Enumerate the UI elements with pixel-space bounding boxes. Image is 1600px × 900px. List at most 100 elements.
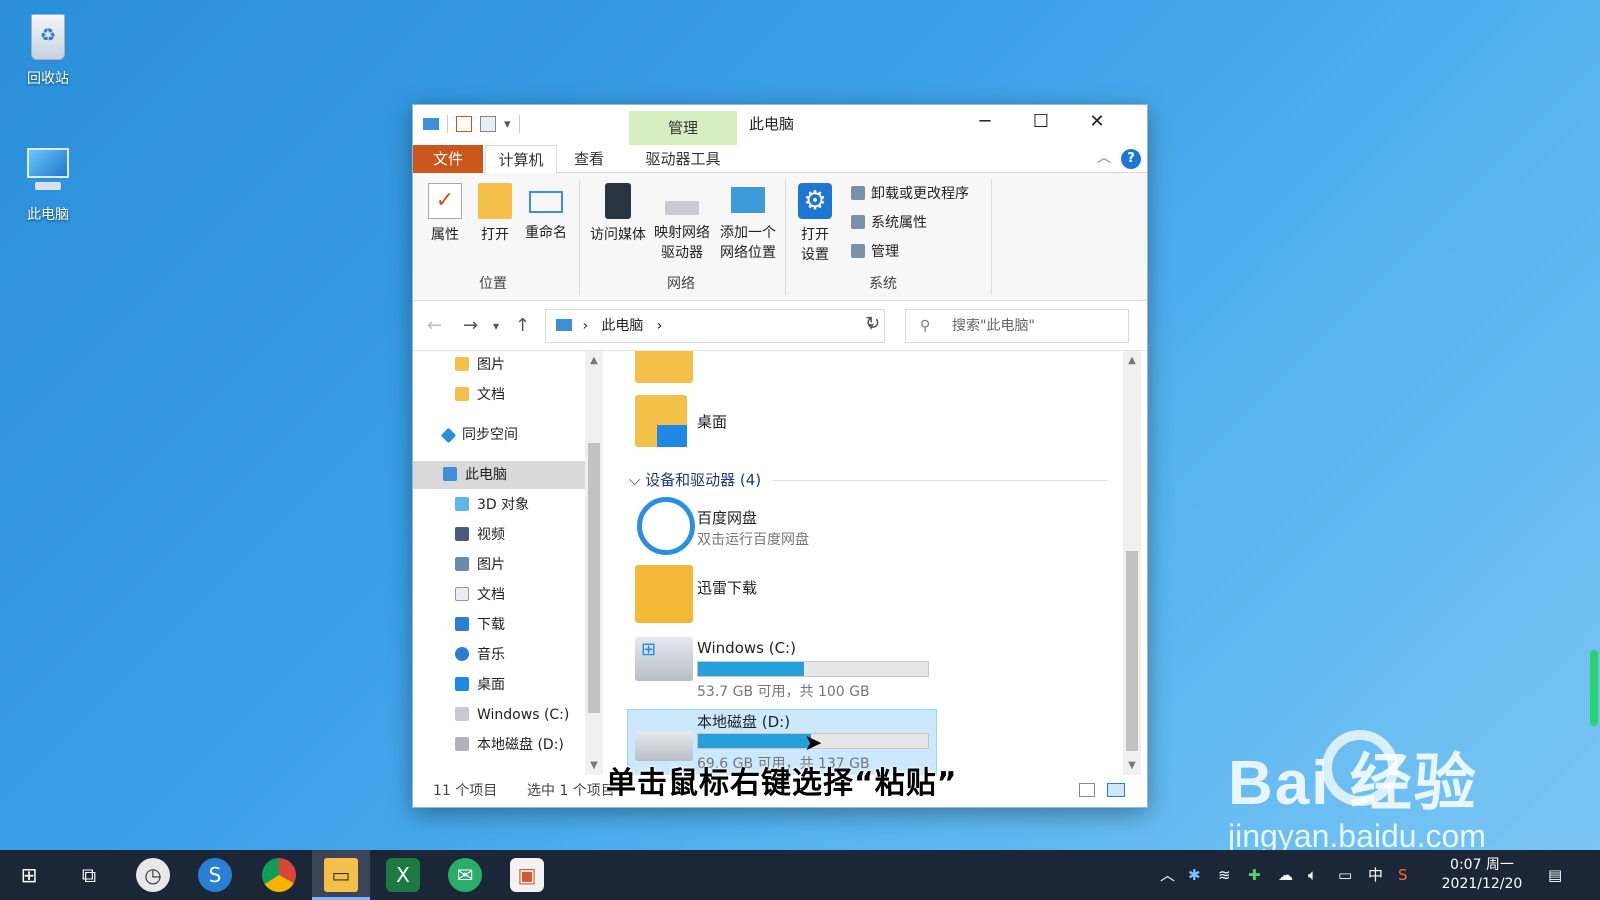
file-explorer-window: ▾ 管理 此电脑 ─ ☐ ✕ 文件 计算机 查看 驱动器工具 ︿ ? ✓ 属性 … — [412, 104, 1148, 808]
cloud-icon[interactable]: ☁ — [1278, 850, 1293, 900]
search-input[interactable]: ⚲ 搜索"此电脑" — [905, 309, 1129, 343]
green-shield-tray-icon[interactable]: ✚ — [1248, 850, 1261, 900]
nav-pane-scrollbar[interactable]: ▲ ▼ — [585, 351, 603, 775]
ime-indicator[interactable]: 中 — [1368, 850, 1383, 900]
maximize-button[interactable]: ☐ — [1013, 105, 1069, 139]
scroll-thumb[interactable] — [588, 443, 600, 713]
this-pc-label: 此电脑 — [27, 207, 69, 223]
rename-button[interactable]: 重命名 — [521, 181, 571, 243]
breadcrumb-this-pc[interactable]: 此电脑 — [601, 318, 643, 334]
forward-arrow-icon[interactable]: → — [463, 315, 478, 336]
file-explorer-icon[interactable]: ▭ — [324, 858, 358, 892]
xunlei-name[interactable]: 迅雷下载 — [697, 577, 757, 598]
paint-app-icon[interactable]: ▣ — [510, 858, 544, 892]
windows-drive-icon[interactable]: ⊞ — [635, 637, 693, 681]
minimize-button[interactable]: ─ — [957, 105, 1013, 139]
back-arrow-icon[interactable]: ← — [427, 315, 442, 336]
collapse-ribbon-icon[interactable]: ︿ — [1097, 147, 1111, 167]
properties-checkbox-icon[interactable] — [456, 116, 472, 132]
close-button[interactable]: ✕ — [1069, 105, 1125, 139]
nav-item-sync-space[interactable]: 同步空间 — [413, 421, 585, 449]
nav-item-drive-d[interactable]: 本地磁盘 (D:) — [413, 731, 585, 759]
open-button[interactable]: 打开 — [475, 181, 515, 245]
desktop-folder-icon[interactable] — [635, 395, 687, 447]
nav-item-3d-objects[interactable]: 3D 对象 — [413, 491, 585, 519]
baidu-netdisk-icon[interactable] — [637, 497, 695, 555]
gear-icon: ⚙ — [798, 183, 832, 219]
recycle-bin-desktop-icon[interactable]: 回收站 — [8, 8, 88, 88]
nav-item-videos[interactable]: 视频 — [413, 521, 585, 549]
battery-icon[interactable]: ▭ — [1338, 850, 1352, 900]
excel-icon[interactable]: X — [386, 858, 420, 892]
tab-drive-tools[interactable]: 驱动器工具 — [629, 145, 737, 173]
access-media-button[interactable]: 访问媒体 — [587, 181, 649, 245]
main-scrollbar[interactable]: ▲ ▼ — [1123, 351, 1141, 775]
scroll-up-arrow-icon[interactable]: ▲ — [585, 355, 603, 366]
item-count: 11 个项目 — [433, 783, 498, 799]
nav-item-downloads[interactable]: 下载 — [413, 611, 585, 639]
uninstall-programs-button[interactable]: 卸载或更改程序 — [851, 183, 969, 203]
chevron-down-icon[interactable]: ▾ — [504, 117, 511, 132]
desktop-folder-name[interactable]: 桌面 — [697, 411, 727, 432]
nav-item-drive-c[interactable]: Windows (C:) — [413, 701, 585, 729]
large-icons-view-icon[interactable] — [1107, 783, 1125, 797]
mouse-cursor-icon: ➤ — [804, 731, 823, 756]
system-properties-button[interactable]: 系统属性 — [851, 212, 927, 232]
quick-access-toolbar: ▾ — [423, 115, 520, 133]
system-clock[interactable]: 0:07 周一 2021/12/20 — [1432, 856, 1532, 894]
scroll-down-arrow-icon[interactable]: ▼ — [585, 760, 603, 771]
windows-start-icon[interactable]: ⊞ — [12, 858, 46, 892]
nav-item-pictures-quick[interactable]: 图片 — [413, 351, 585, 379]
folder-icon — [455, 357, 469, 371]
refresh-icon[interactable]: ↻ — [865, 313, 880, 334]
address-input[interactable]: › 此电脑 › ▾ — [545, 309, 885, 343]
drive-d-name[interactable]: 本地磁盘 (D:) — [697, 711, 790, 732]
task-view-icon[interactable]: ⧉ — [72, 858, 106, 892]
qa-separator — [447, 115, 448, 133]
wechat-icon[interactable]: ✉ — [448, 858, 482, 892]
baidu-netdisk-name[interactable]: 百度网盘 — [697, 507, 757, 528]
tab-manage-context[interactable]: 管理 — [629, 111, 737, 145]
manage-button[interactable]: 管理 — [851, 241, 899, 261]
add-location-label-2: 网络位置 — [720, 245, 776, 261]
nav-item-documents[interactable]: 文档 — [413, 581, 585, 609]
nav-item-music[interactable]: 音乐 — [413, 641, 585, 669]
clock-app-icon[interactable]: ◷ — [136, 858, 170, 892]
scroll-down-arrow-icon[interactable]: ▼ — [1123, 760, 1141, 771]
tab-file[interactable]: 文件 — [413, 145, 483, 173]
drive-icon[interactable] — [635, 731, 693, 761]
music-folder-icon[interactable] — [635, 351, 693, 383]
details-view-icon[interactable] — [1079, 783, 1095, 797]
recent-locations-chevron-icon[interactable]: ▾ — [493, 319, 499, 333]
nav-item-this-pc[interactable]: 此电脑 — [413, 461, 585, 489]
notification-center-icon[interactable]: ▤ — [1548, 850, 1562, 900]
nav-item-pictures[interactable]: 图片 — [413, 551, 585, 579]
group-divider — [773, 480, 1107, 481]
bluetooth-tray-icon[interactable]: ✱ — [1188, 850, 1201, 900]
sogou-ime-icon[interactable]: S — [1398, 850, 1408, 900]
volume-icon[interactable]: 🔈︎ — [1308, 850, 1317, 900]
nav-item-desktop[interactable]: 桌面 — [413, 671, 585, 699]
properties-button[interactable]: ✓ 属性 — [423, 181, 467, 245]
chrome-icon[interactable] — [262, 858, 296, 892]
sogou-browser-icon[interactable]: S — [198, 858, 232, 892]
xunlei-icon[interactable] — [635, 565, 693, 623]
this-pc-desktop-icon[interactable]: 此电脑 — [8, 144, 88, 224]
drive-c-name[interactable]: Windows (C:) — [697, 639, 796, 657]
new-folder-icon[interactable] — [480, 116, 496, 132]
map-network-drive-button[interactable]: 映射网络 驱动器 — [651, 181, 713, 263]
group-header-devices[interactable]: ⌵ 设备和驱动器 (4) — [629, 469, 761, 490]
tray-chevron-icon[interactable]: ︿ — [1160, 850, 1175, 900]
nav-item-documents-quick[interactable]: 文档 — [413, 381, 585, 409]
open-settings-button[interactable]: ⚙ 打开 设置 — [791, 181, 839, 265]
add-network-location-button[interactable]: 添加一个 网络位置 — [715, 181, 781, 263]
tab-computer[interactable]: 计算机 — [485, 145, 557, 173]
wifi-icon[interactable]: ≋ — [1218, 850, 1231, 900]
up-arrow-icon[interactable]: ↑ — [515, 315, 530, 336]
system-properties-icon — [851, 215, 865, 229]
scroll-up-arrow-icon[interactable]: ▲ — [1123, 355, 1141, 366]
scroll-thumb[interactable] — [1126, 551, 1138, 751]
tab-view[interactable]: 查看 — [559, 145, 619, 173]
open-settings-label-1: 打开 — [801, 227, 829, 243]
help-icon[interactable]: ? — [1121, 149, 1141, 169]
